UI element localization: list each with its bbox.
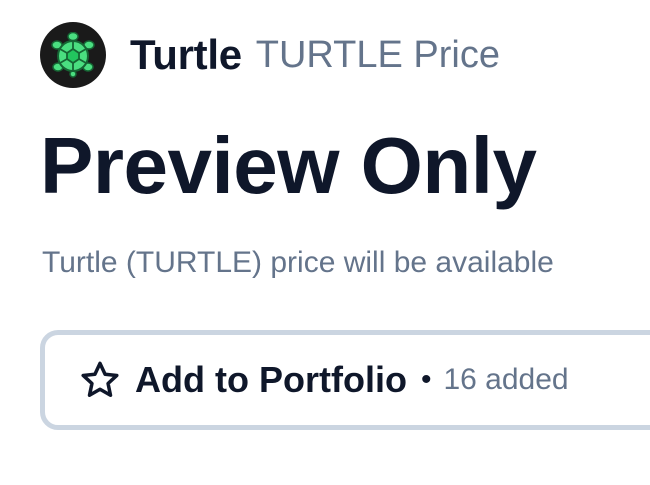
- coin-preview-page: Turtle TURTLE Price Preview Only Turtle …: [0, 0, 650, 485]
- availability-message: Turtle (TURTLE) price will be available: [42, 246, 554, 279]
- coin-header: Turtle TURTLE Price: [40, 22, 500, 88]
- coin-price-label: TURTLE Price: [255, 33, 501, 76]
- add-to-portfolio-button[interactable]: Add to Portfolio • 16 added: [40, 330, 650, 430]
- separator-dot: •: [420, 363, 432, 396]
- coin-name: Turtle: [130, 31, 242, 78]
- turtle-shell-icon: [40, 22, 106, 88]
- star-icon: [79, 359, 121, 401]
- add-to-portfolio-label: Add to Portfolio: [135, 359, 407, 400]
- page-title: Preview Only: [40, 121, 537, 210]
- added-count: 16 added: [443, 363, 569, 396]
